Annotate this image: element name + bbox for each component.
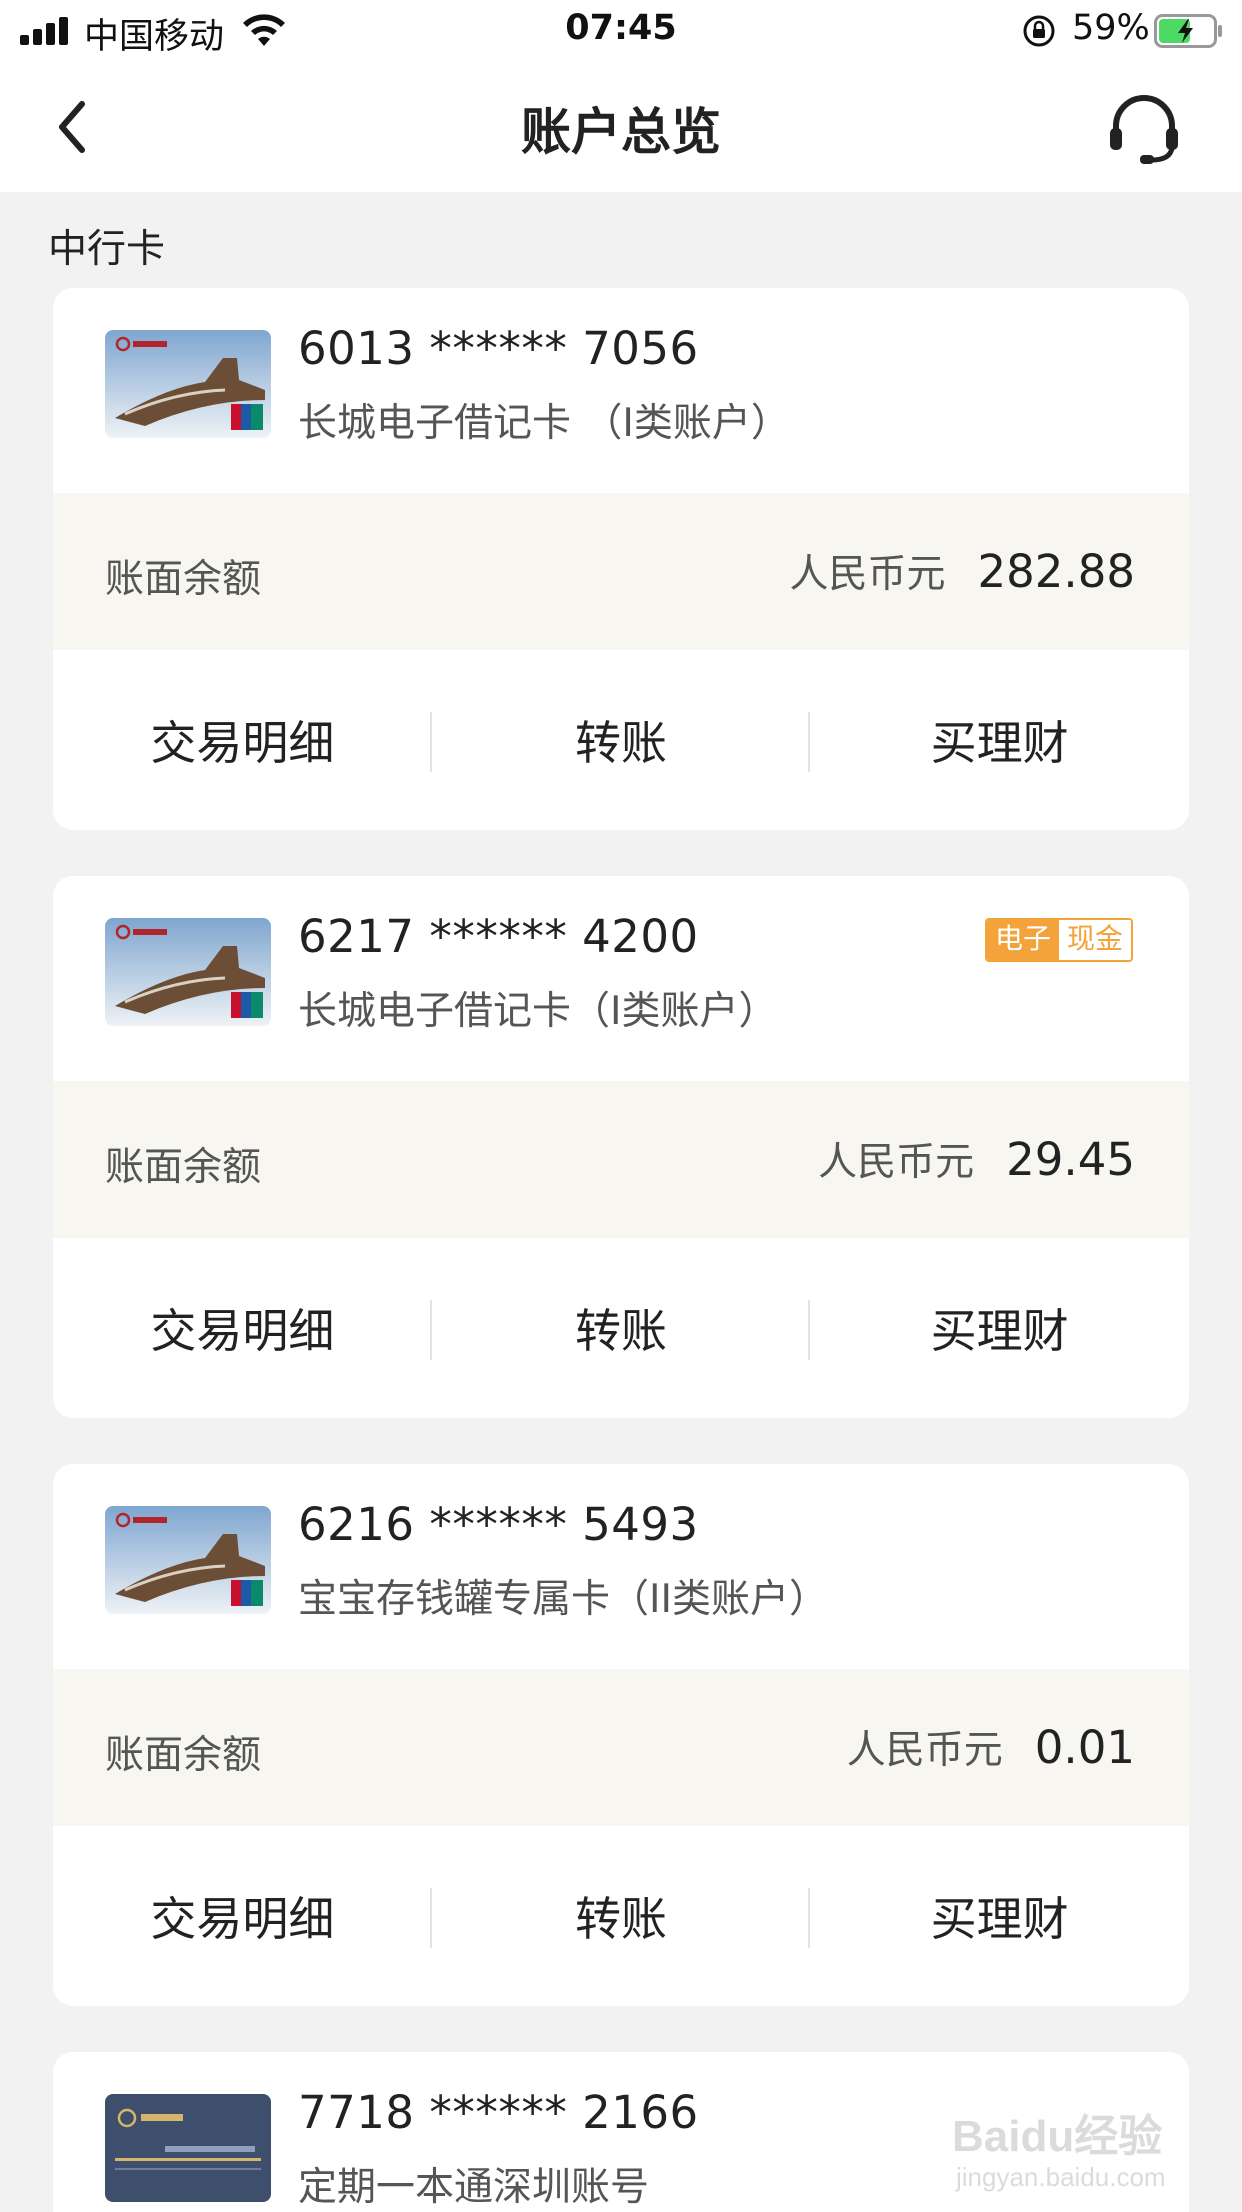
action-row: 交易明细 转账 买理财 [53, 1826, 1189, 2006]
battery-percent: 59% [1072, 8, 1150, 48]
account-card[interactable]: 6216 ****** 5493 宝宝存钱罐专属卡（II类账户） 账面余额 人民… [53, 1464, 1189, 2006]
balance-row: 账面余额 人民币元 0.01 [53, 1669, 1189, 1826]
card-type: 长城电子借记卡 （I类账户） [298, 401, 790, 446]
balance-amount: 0.01 [1034, 1721, 1135, 1774]
balance-label: 账面余额 [105, 1733, 262, 1778]
status-bar: 中国移动 07:45 59% [0, 0, 1242, 62]
nav-bar: 账户总览 [0, 62, 1242, 192]
card-type: 长城电子借记卡（I类账户） [298, 989, 778, 1034]
currency-label: 人民币元 [818, 1140, 975, 1185]
card-number: 6216 ****** 5493 [298, 1498, 699, 1551]
headset-icon[interactable] [1106, 90, 1182, 166]
e-cash-badge-part1: 电子 [986, 920, 1059, 960]
transaction-details-button[interactable]: 交易明细 [53, 1826, 432, 2006]
card-number: 6013 ****** 7056 [298, 322, 699, 375]
card-number: 7718 ****** 2166 [298, 2086, 699, 2139]
currency-label: 人民币元 [846, 1728, 1003, 1773]
buy-wealth-product-button[interactable]: 买理财 [810, 1238, 1189, 1418]
baidu-watermark: Baidu经验 jingyan.baidu.com [950, 2080, 1190, 2200]
action-row: 交易明细 转账 买理财 [53, 650, 1189, 830]
watermark-title: Baidu经验 [952, 2112, 1163, 2161]
e-cash-badge-part2: 现金 [1058, 920, 1131, 960]
bank-card-image [105, 918, 271, 1026]
card-type: 宝宝存钱罐专属卡（II类账户） [298, 1577, 829, 1622]
balance-row: 账面余额 人民币元 29.45 [53, 1081, 1189, 1238]
transaction-details-button[interactable]: 交易明细 [53, 650, 432, 830]
card-number: 6217 ****** 4200 [298, 910, 699, 963]
buy-wealth-product-button[interactable]: 买理财 [810, 650, 1189, 830]
action-row: 交易明细 转账 买理财 [53, 1238, 1189, 1418]
buy-wealth-product-button[interactable]: 买理财 [810, 1826, 1189, 2006]
balance-amount: 282.88 [977, 545, 1135, 598]
balance-amount: 29.45 [1006, 1133, 1135, 1186]
bank-card-image [105, 2094, 271, 2202]
bank-card-image [105, 330, 271, 438]
balance-label: 账面余额 [105, 1145, 262, 1190]
watermark-url: jingyan.baidu.com [956, 2162, 1166, 2192]
balance-label: 账面余额 [105, 557, 262, 602]
e-cash-badge: 电子 现金 [984, 918, 1133, 962]
page-title: 账户总览 [521, 103, 721, 161]
card-type: 定期一本通深圳账号 [298, 2165, 650, 2210]
account-card[interactable]: 6013 ****** 7056 长城电子借记卡 （I类账户） 账面余额 人民币… [53, 288, 1189, 830]
card-header[interactable]: 6013 ****** 7056 长城电子借记卡 （I类账户） [53, 288, 1189, 493]
transfer-button[interactable]: 转账 [432, 1826, 811, 2006]
section-title: 中行卡 [48, 227, 166, 272]
account-card[interactable]: 6217 ****** 4200 长城电子借记卡（I类账户） 电子 现金 账面余… [53, 876, 1189, 1418]
transfer-button[interactable]: 转账 [432, 650, 811, 830]
transfer-button[interactable]: 转账 [432, 1238, 811, 1418]
bank-card-image [105, 1506, 271, 1614]
battery-charging-icon [1154, 14, 1222, 48]
orientation-lock-icon [1023, 15, 1055, 47]
transaction-details-button[interactable]: 交易明细 [53, 1238, 432, 1418]
card-header[interactable]: 6216 ****** 5493 宝宝存钱罐专属卡（II类账户） [53, 1464, 1189, 1669]
currency-label: 人民币元 [789, 552, 946, 597]
balance-row: 账面余额 人民币元 282.88 [53, 493, 1189, 650]
card-header[interactable]: 6217 ****** 4200 长城电子借记卡（I类账户） 电子 现金 [53, 876, 1189, 1081]
